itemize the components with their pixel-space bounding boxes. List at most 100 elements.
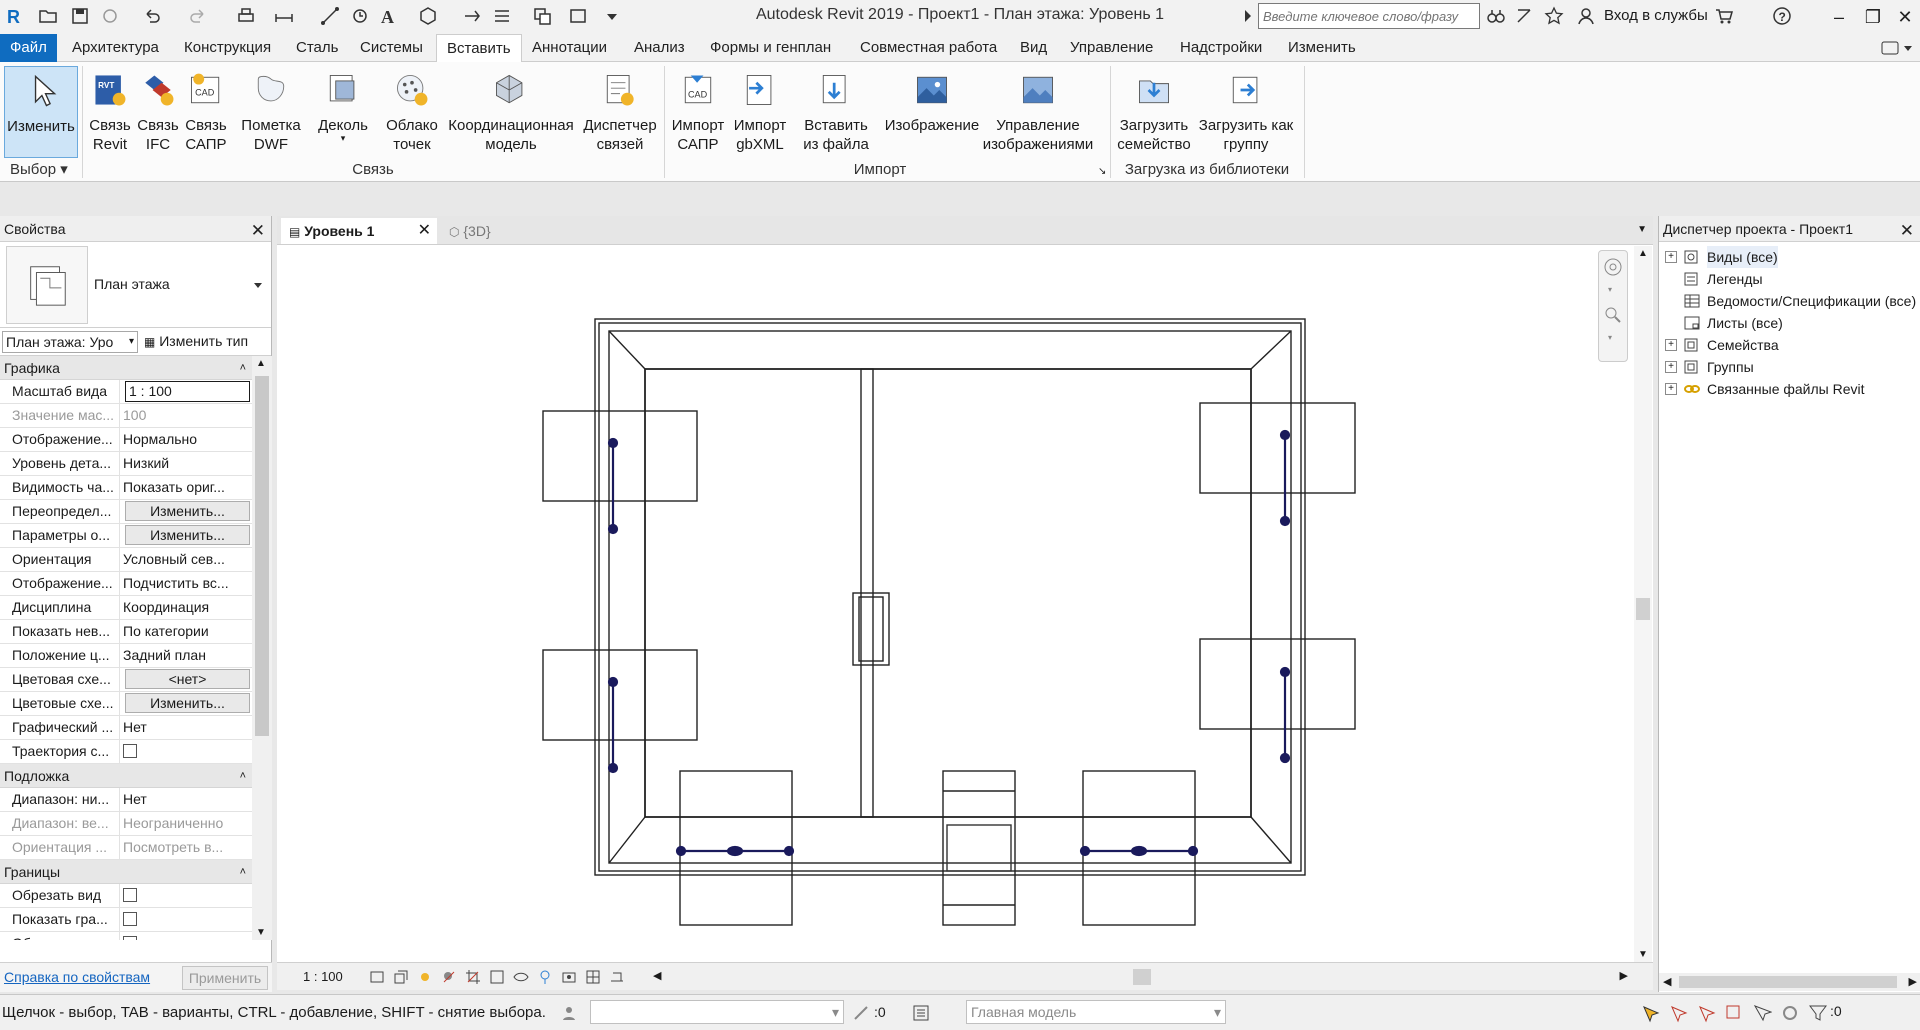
type-selector[interactable]: План этажа — [0, 242, 271, 328]
crop-view-icon[interactable] — [465, 969, 481, 988]
select-panel-title[interactable]: Выбор ▾ — [4, 160, 78, 182]
sync-icon[interactable] — [98, 4, 122, 28]
properties-scroll-thumb[interactable] — [255, 376, 269, 736]
property-value-cell[interactable]: 1 : 100 — [120, 380, 252, 403]
filter-icon[interactable] — [1808, 1003, 1828, 1026]
zoom-dropdown-icon[interactable]: ▾ — [1608, 333, 1612, 342]
tab-collaborate[interactable]: Совместная работа — [850, 34, 1007, 62]
browser-horizontal-scrollbar[interactable]: ◀ ▶ — [1659, 973, 1920, 991]
window-left-lower[interactable] — [542, 649, 698, 741]
property-value-cell[interactable] — [120, 740, 252, 763]
coordination-model-button[interactable]: Координационная модель — [444, 66, 578, 158]
tab-structure[interactable]: Конструкция — [174, 34, 281, 62]
thin-lines-icon[interactable] — [490, 4, 514, 28]
tab-view[interactable]: Вид — [1010, 34, 1057, 62]
close-view-tab-icon[interactable]: ✕ — [418, 218, 431, 244]
manage-images-button[interactable]: Управление изображениями — [983, 66, 1093, 158]
property-group-header[interactable]: Границы ˄ — [0, 860, 252, 884]
revit-logo-icon[interactable]: R — [2, 4, 26, 28]
tag-icon[interactable] — [348, 4, 372, 28]
text-icon[interactable]: A — [376, 4, 400, 28]
close-window-button[interactable]: ✕ — [1888, 3, 1920, 31]
design-option-selector[interactable]: Главная модель ▾ — [966, 1000, 1226, 1024]
property-checkbox[interactable] — [123, 888, 137, 902]
browser-scroll-right-icon[interactable]: ▶ — [1909, 975, 1917, 988]
steering-wheel-icon[interactable] — [1603, 257, 1623, 280]
print-icon[interactable] — [234, 4, 258, 28]
door-bottom[interactable] — [942, 770, 1016, 926]
zoom-region-icon[interactable] — [1603, 305, 1623, 328]
view-scale[interactable]: 1 : 100 — [303, 969, 343, 984]
browser-scroll-left-icon[interactable]: ◀ — [1663, 975, 1671, 988]
load-family-button[interactable]: Загрузить семейство — [1114, 66, 1194, 158]
property-value-cell[interactable] — [120, 932, 252, 940]
sun-path-icon[interactable] — [417, 969, 433, 988]
vscroll-down-icon[interactable]: ▼ — [1638, 949, 1648, 960]
window-right-upper[interactable] — [1199, 402, 1356, 494]
point-cloud-button[interactable]: Облако точек — [380, 66, 444, 158]
workset-icon[interactable] — [560, 1004, 578, 1025]
browser-scroll-thumb[interactable] — [1679, 976, 1897, 988]
manage-links-button[interactable]: Диспетчер связей — [580, 66, 660, 158]
property-value-cell[interactable]: Нормально — [120, 428, 252, 451]
expand-node-icon[interactable]: + — [1665, 361, 1677, 373]
undo-icon[interactable] — [140, 4, 164, 28]
image-button[interactable]: Изображение — [880, 66, 984, 158]
apply-button[interactable]: Применить — [182, 966, 268, 990]
browser-node[interactable]: Листы (все) — [1665, 312, 1783, 334]
measure-icon[interactable] — [272, 4, 296, 28]
save-icon[interactable] — [68, 4, 92, 28]
instance-selector[interactable]: План этажа: Уро ▾ — [2, 331, 138, 353]
property-value-cell[interactable]: Координация — [120, 596, 252, 619]
property-value-cell[interactable] — [120, 884, 252, 907]
tab-analyze[interactable]: Анализ — [624, 34, 695, 62]
highlight-displacement-icon[interactable] — [609, 969, 625, 988]
analytical-model-icon[interactable] — [585, 969, 601, 988]
property-value-cell[interactable]: Условный сев... — [120, 548, 252, 571]
property-value-cell[interactable]: Изменить... — [120, 692, 252, 715]
expand-node-icon[interactable]: + — [1665, 339, 1677, 351]
scroll-up-icon[interactable]: ▲ — [256, 358, 266, 369]
tab-level-1[interactable]: ▤ Уровень 1 ✕ — [281, 218, 437, 244]
window-left-upper[interactable] — [542, 410, 698, 502]
visual-style-icon[interactable] — [393, 969, 409, 988]
tab-file[interactable]: Файл — [0, 34, 57, 62]
property-value-cell[interactable]: <нет> — [120, 668, 252, 691]
tab-annotate[interactable]: Аннотации — [522, 34, 617, 62]
edit-type-button[interactable]: ▦ Изменить тип — [144, 333, 248, 349]
design-options-icon[interactable] — [912, 1004, 930, 1025]
collapse-group-icon[interactable]: ˄ — [240, 356, 246, 380]
view-scale-field[interactable]: 1 : 100 — [125, 381, 250, 402]
import-cad-button[interactable]: CAD Импорт САПР — [668, 66, 728, 158]
collapse-group-icon[interactable]: ˄ — [240, 860, 246, 884]
link-ifc-button[interactable]: Связь IFC — [136, 66, 180, 158]
3d-view-icon[interactable] — [416, 4, 440, 28]
tab-massing-site[interactable]: Формы и генплан — [700, 34, 841, 62]
select-pinned-icon[interactable] — [1696, 1003, 1716, 1026]
browser-node[interactable]: + Виды (все) — [1665, 246, 1778, 268]
select-underlay-icon[interactable] — [1668, 1003, 1688, 1026]
inner-wall[interactable] — [644, 368, 1252, 818]
properties-scrollbar[interactable]: ▲ ▼ — [252, 356, 272, 940]
markup-dwf-button[interactable]: Пометка DWF — [238, 66, 304, 158]
select-by-face-icon[interactable] — [1724, 1003, 1744, 1026]
show-crop-icon[interactable] — [489, 969, 505, 988]
property-group-header[interactable]: Подложка ˄ — [0, 764, 252, 788]
property-checkbox[interactable] — [123, 744, 137, 758]
open-icon[interactable] — [36, 4, 60, 28]
insert-from-file-button[interactable]: Вставить из файла — [800, 66, 872, 158]
tab-insert[interactable]: Вставить — [436, 34, 522, 62]
tab-systems[interactable]: Системы — [350, 34, 433, 62]
property-value-cell[interactable]: Задний план — [120, 644, 252, 667]
expand-node-icon[interactable]: + — [1665, 383, 1677, 395]
close-properties-icon[interactable]: ✕ — [251, 218, 265, 244]
property-value-cell[interactable]: Показать ориг... — [120, 476, 252, 499]
property-value-cell[interactable]: Низкий — [120, 452, 252, 475]
scroll-down-icon[interactable]: ▼ — [256, 927, 266, 938]
workset-selector[interactable]: ▾ — [590, 1000, 844, 1024]
link-cad-button[interactable]: CAD Связь САПР — [182, 66, 230, 158]
browser-node[interactable]: + Семейства — [1665, 334, 1779, 356]
import-dialog-launcher-icon[interactable]: ↘ — [1098, 166, 1106, 177]
canvas-horizontal-scrollbar[interactable]: ◀ ▶ — [653, 969, 1628, 985]
close-browser-icon[interactable]: ✕ — [1900, 218, 1914, 244]
